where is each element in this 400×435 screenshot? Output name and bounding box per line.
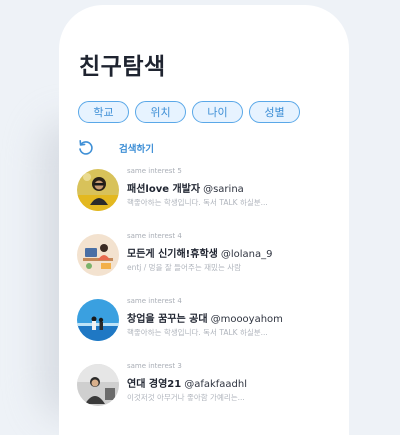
refresh-icon [77, 139, 95, 157]
avatar [77, 364, 119, 406]
friend-handle: @afakfaadhl [184, 379, 248, 390]
friend-bio: 핵좋아하는 학생입니다. 독서 TALK 하실분... [127, 198, 268, 207]
filter-chip-location[interactable]: 위치 [135, 101, 186, 123]
friend-bio: 핵좋아하는 학생입니다. 독서 TALK 하실분... [127, 328, 268, 337]
friend-bio: entj / 멍을 잘 들어주는 재밌는 사람 [127, 263, 242, 272]
name-row: 모든게 신기해!휴학생 @lolana_9 [127, 245, 272, 260]
friend-handle: @sarina [203, 184, 244, 195]
friend-item-3[interactable]: same interest 4 창업을 꿈꾸는 공대 @moooyahom 핵좋아… [77, 293, 337, 358]
friend-bio: 이것저것 아무거나 좋아함 가예리는... [127, 393, 245, 402]
friend-item-2[interactable]: same interest 4 모든게 신기해!휴학생 @lolana_9 ent… [77, 228, 337, 293]
page-title: 친구탐색 [79, 54, 166, 80]
avatar [77, 234, 119, 276]
avatar [77, 299, 119, 341]
same-interest-count: same interest 4 [127, 232, 182, 240]
friend-name: 모든게 신기해!휴학생 [127, 249, 218, 260]
phone-screen: 친구탐색 학교 위치 나이 성별 검색하기 same interest 5 패션… [59, 5, 349, 435]
search-refresh-button[interactable]: 검색하기 [77, 139, 154, 157]
same-interest-count: same interest 4 [127, 297, 182, 305]
search-label: 검색하기 [119, 144, 154, 155]
name-row: 연대 경영21 @afakfaadhl [127, 375, 247, 390]
same-interest-count: same interest 3 [127, 362, 182, 370]
filter-chip-gender[interactable]: 성별 [249, 101, 300, 123]
friend-name: 창업을 꿈꾸는 공대 [127, 314, 208, 325]
friend-handle: @lolana_9 [220, 249, 273, 260]
name-row: 패션love 개발자 @sarina [127, 180, 244, 195]
friend-handle: @moooyahom [210, 314, 283, 325]
friend-name: 연대 경영21 [127, 379, 182, 390]
filter-chip-age[interactable]: 나이 [192, 101, 243, 123]
friend-item-4[interactable]: same interest 3 연대 경영21 @afakfaadhl 이것저것 … [77, 358, 337, 423]
filter-chip-school[interactable]: 학교 [78, 101, 129, 123]
filter-bar: 학교 위치 나이 성별 [78, 101, 300, 123]
same-interest-count: same interest 5 [127, 167, 182, 175]
friend-list: same interest 5 패션love 개발자 @sarina 핵좋아하는 … [77, 163, 337, 423]
friend-item-1[interactable]: same interest 5 패션love 개발자 @sarina 핵좋아하는 … [77, 163, 337, 228]
friend-name: 패션love 개발자 [127, 184, 201, 195]
avatar [77, 169, 119, 211]
name-row: 창업을 꿈꾸는 공대 @moooyahom [127, 310, 283, 325]
